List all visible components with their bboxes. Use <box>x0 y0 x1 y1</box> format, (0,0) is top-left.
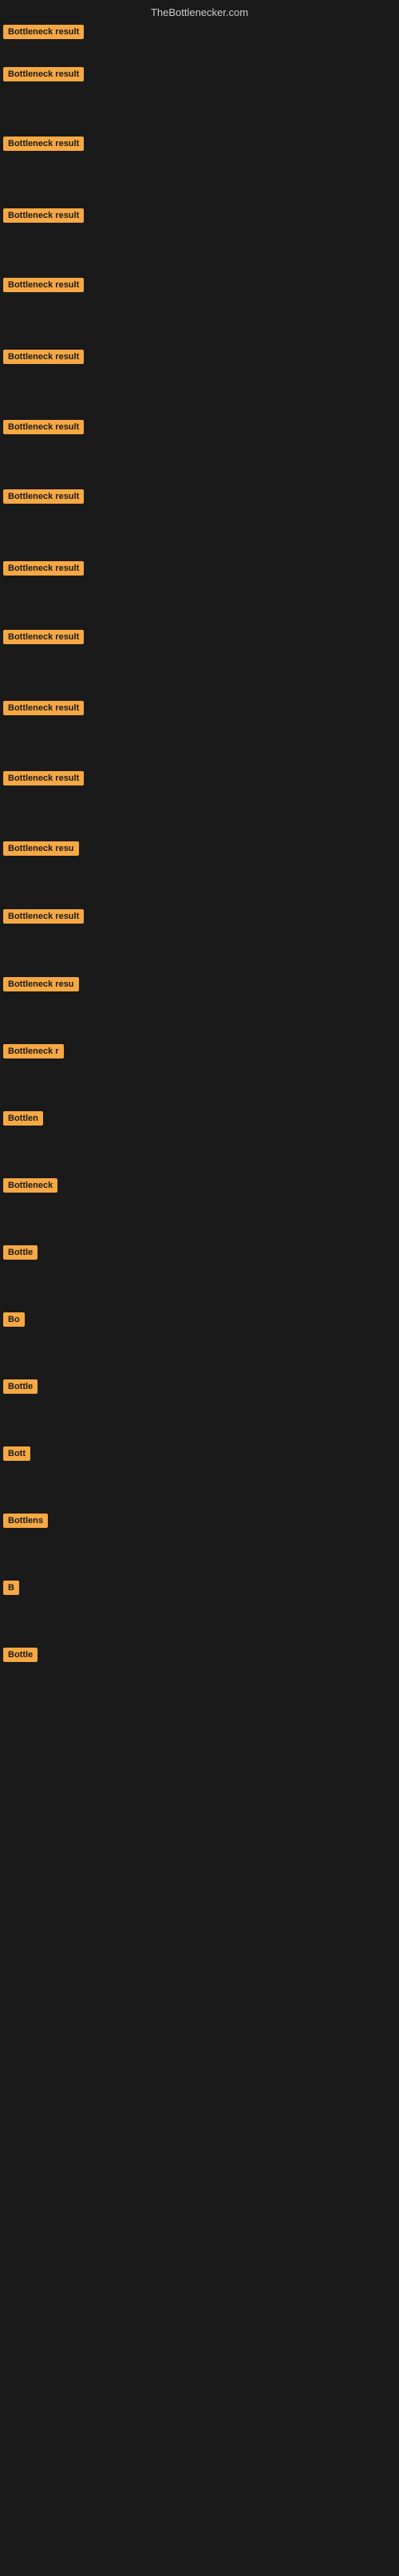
bottleneck-badge: Bottleneck result <box>3 701 84 715</box>
bottleneck-badge: Bottleneck result <box>3 909 84 924</box>
bottleneck-result-item[interactable]: Bottleneck <box>3 1178 57 1197</box>
bottleneck-badge: Bottleneck result <box>3 25 84 39</box>
bottleneck-result-item[interactable]: Bottleneck r <box>3 1044 64 1062</box>
bottleneck-result-item[interactable]: Bottle <box>3 1379 38 1398</box>
bottleneck-result-item[interactable]: Bottleneck result <box>3 701 84 719</box>
bottleneck-badge: Bottleneck result <box>3 350 84 364</box>
bottleneck-result-item[interactable]: Bottle <box>3 1648 38 1666</box>
bottleneck-badge: Bottleneck resu <box>3 841 79 856</box>
bottleneck-result-item[interactable]: Bottleneck result <box>3 208 84 227</box>
bottleneck-result-item[interactable]: Bottleneck result <box>3 489 84 508</box>
bottleneck-badge: Bottleneck result <box>3 137 84 151</box>
bottleneck-badge: Bottle <box>3 1648 38 1662</box>
bottleneck-result-item[interactable]: Bottle <box>3 1245 38 1264</box>
bottleneck-result-item[interactable]: Bottleneck result <box>3 350 84 368</box>
bottleneck-result-item[interactable]: Bottleneck result <box>3 137 84 155</box>
bottleneck-result-item[interactable]: Bottleneck result <box>3 909 84 928</box>
bottleneck-badge: Bottleneck result <box>3 630 84 644</box>
site-header: TheBottlenecker.com <box>0 0 399 22</box>
bottleneck-badge: Bottle <box>3 1245 38 1260</box>
bottleneck-badge: B <box>3 1581 19 1595</box>
bottleneck-badge: Bottleneck result <box>3 561 84 576</box>
bottleneck-result-item[interactable]: Bottleneck result <box>3 278 84 296</box>
bottleneck-badge: Bo <box>3 1312 25 1327</box>
bottleneck-badge: Bott <box>3 1446 30 1461</box>
bottleneck-result-item[interactable]: Bottlen <box>3 1111 43 1130</box>
bottleneck-badge: Bottleneck result <box>3 771 84 785</box>
bottleneck-badge: Bottleneck result <box>3 278 84 292</box>
bottleneck-result-item[interactable]: Bottleneck result <box>3 25 84 43</box>
bottleneck-result-item[interactable]: Bo <box>3 1312 25 1331</box>
bottleneck-result-item[interactable]: Bottleneck resu <box>3 977 79 995</box>
bottleneck-badge: Bottlens <box>3 1514 48 1528</box>
bottleneck-result-item[interactable]: Bottleneck result <box>3 420 84 438</box>
bottleneck-badge: Bottle <box>3 1379 38 1394</box>
bottleneck-result-item[interactable]: Bottleneck result <box>3 630 84 648</box>
bottleneck-badge: Bottleneck resu <box>3 977 79 991</box>
bottleneck-result-item[interactable]: B <box>3 1581 19 1599</box>
bottleneck-badge: Bottleneck result <box>3 67 84 81</box>
bottleneck-result-item[interactable]: Bottleneck result <box>3 67 84 85</box>
bottleneck-result-item[interactable]: Bottleneck result <box>3 561 84 580</box>
bottleneck-result-item[interactable]: Bott <box>3 1446 30 1465</box>
bottleneck-result-item[interactable]: Bottleneck result <box>3 771 84 789</box>
bottleneck-badge: Bottleneck result <box>3 420 84 434</box>
bottleneck-badge: Bottlen <box>3 1111 43 1126</box>
bottleneck-badge: Bottleneck r <box>3 1044 64 1058</box>
bottleneck-result-item[interactable]: Bottlens <box>3 1514 48 1532</box>
bottleneck-badge: Bottleneck result <box>3 489 84 504</box>
bottleneck-badge: Bottleneck result <box>3 208 84 223</box>
bottleneck-badge: Bottleneck <box>3 1178 57 1193</box>
bottleneck-result-item[interactable]: Bottleneck resu <box>3 841 79 860</box>
